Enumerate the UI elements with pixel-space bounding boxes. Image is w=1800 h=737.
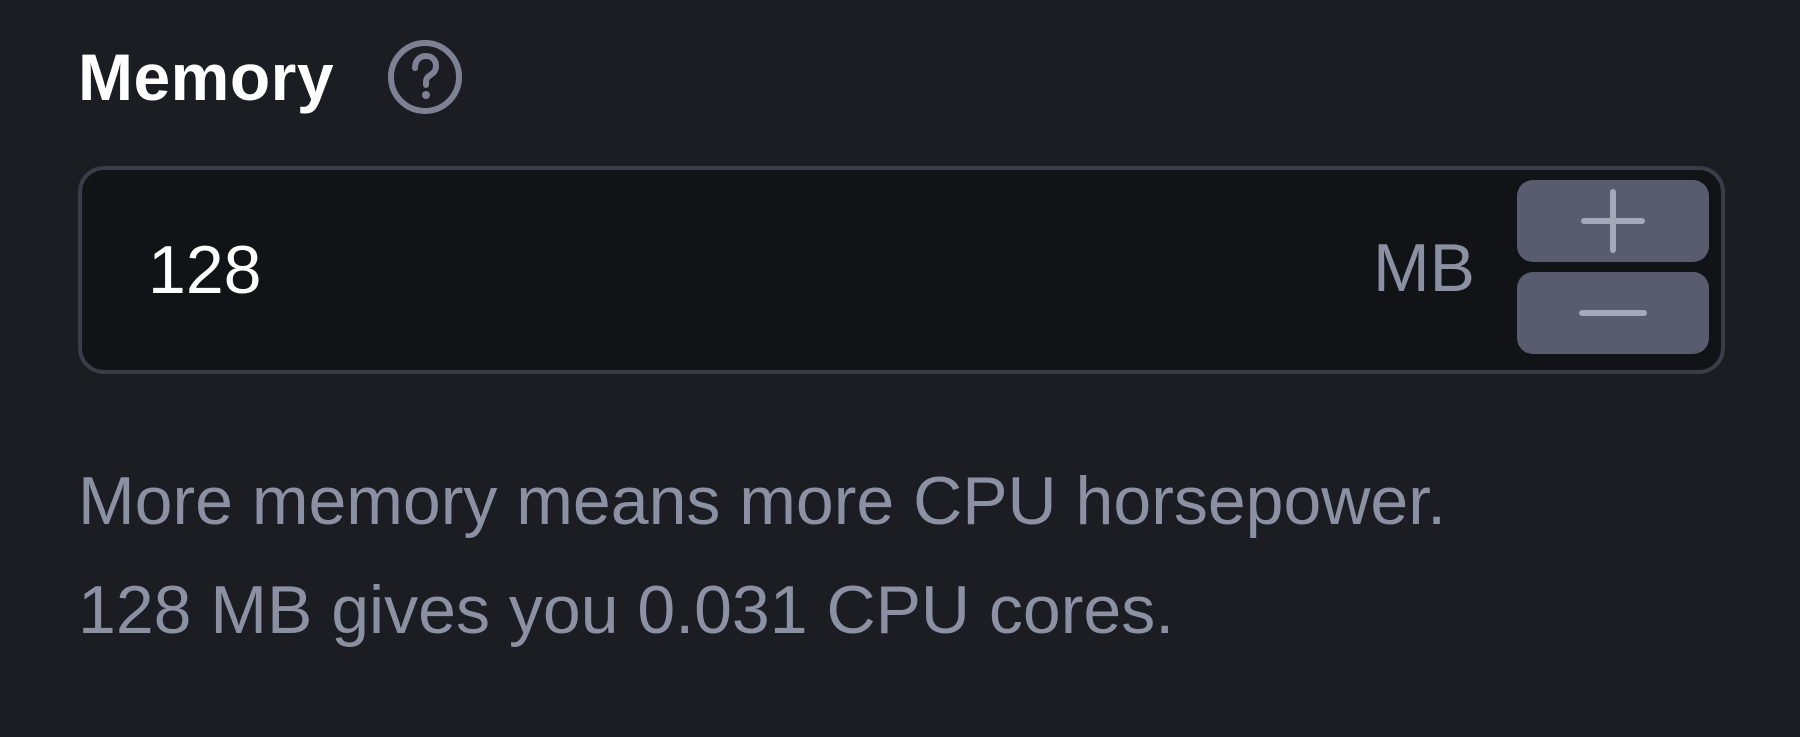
help-text-line-1: More memory means more CPU horsepower. — [78, 463, 1447, 539]
plus-icon — [1581, 189, 1645, 253]
memory-input-container: MB — [78, 166, 1725, 374]
unit-label: MB — [1373, 230, 1475, 306]
memory-label-row: Memory — [78, 32, 1725, 122]
help-text-line-2: 128 MB gives you 0.031 CPU cores. — [78, 572, 1175, 648]
question-circle-icon[interactable] — [386, 38, 464, 116]
memory-input[interactable] — [148, 200, 1248, 340]
memory-help-text: More memory means more CPU horsepower. 1… — [78, 447, 1725, 665]
memory-field-group: Memory MB More memory means more CPU hor… — [78, 32, 1725, 648]
question-circle-icon-graphic — [388, 40, 463, 114]
memory-label: Memory — [78, 40, 335, 114]
minus-icon — [1579, 310, 1647, 316]
decrement-button[interactable] — [1517, 272, 1709, 354]
increment-button[interactable] — [1517, 180, 1709, 262]
